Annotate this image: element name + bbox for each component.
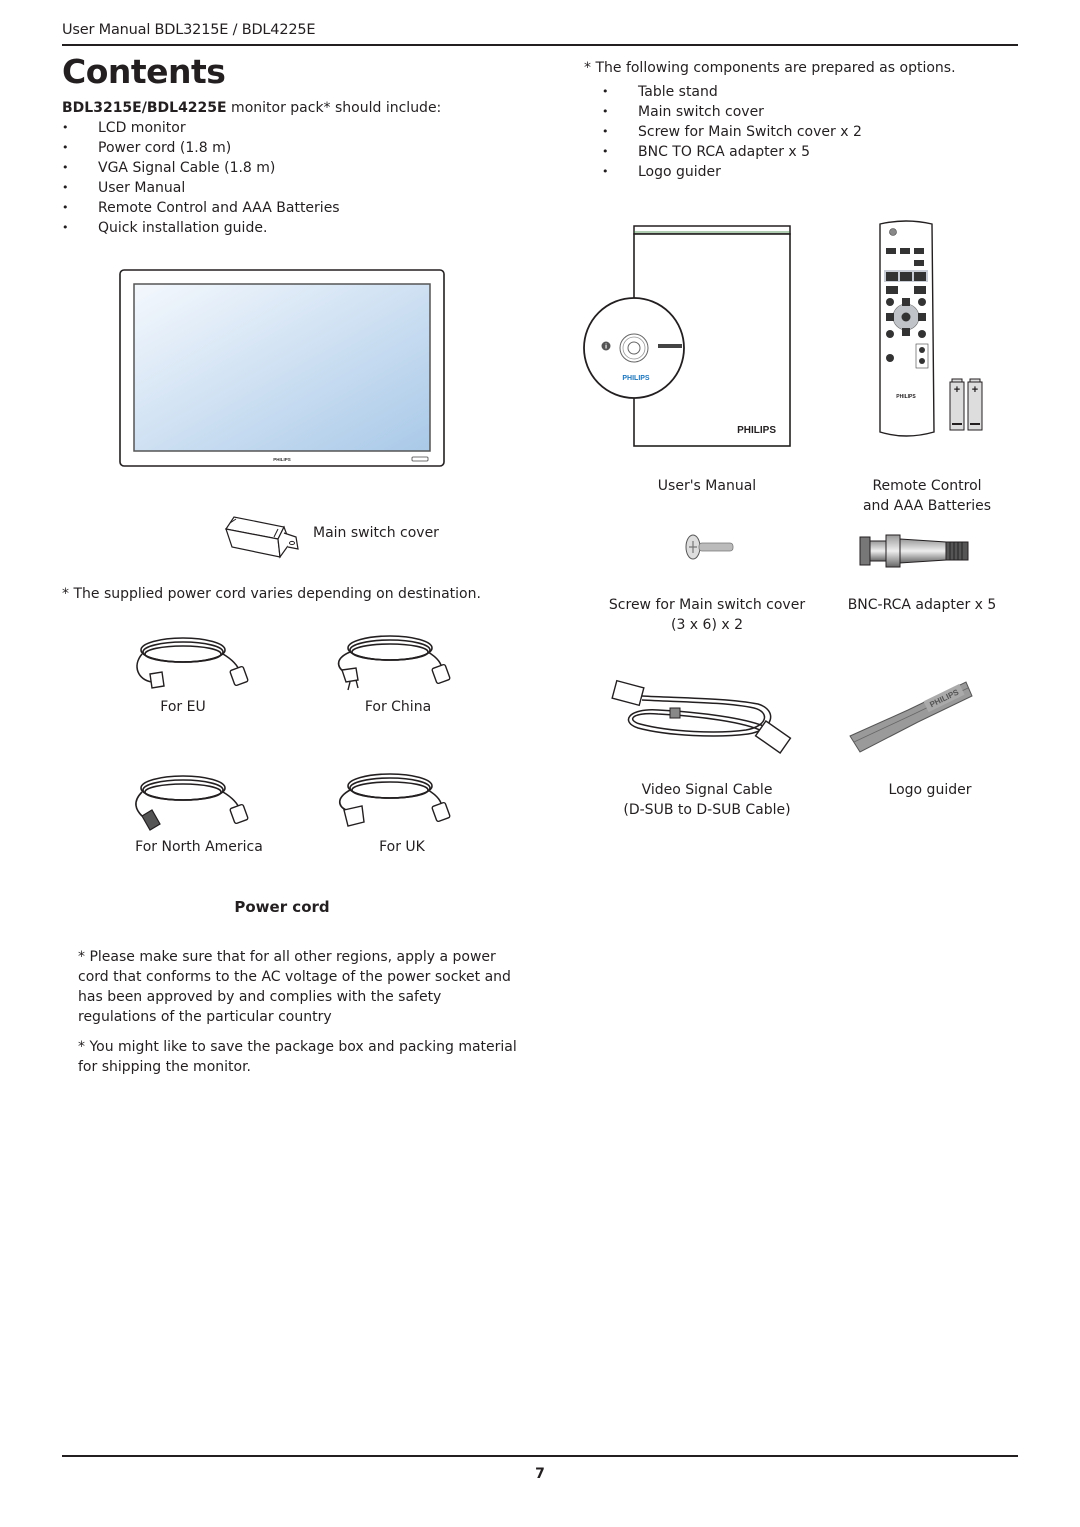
- list-item: Screw for Main Switch cover x 2: [602, 122, 862, 142]
- list-item: BNC TO RCA adapter x 5: [602, 142, 862, 162]
- power-cord-heading: Power cord: [234, 898, 330, 916]
- list-item: Quick installation guide.: [62, 218, 340, 238]
- cord-label-china: For China: [364, 699, 432, 715]
- vga-cable-icon: [611, 679, 792, 754]
- power-cord-note: * The supplied power cord varies dependi…: [62, 586, 481, 602]
- bnc-rca-adapter-icon: [859, 534, 969, 568]
- remote-logo: PHILIPS: [896, 394, 916, 400]
- list-item: Power cord (1.8 m): [62, 138, 340, 158]
- users-manual-illustration: PHILIPS i PHILIPS: [583, 225, 791, 447]
- bnc-label: BNC-RCA adapter x 5: [847, 597, 997, 613]
- logo-guider-label: Logo guider: [888, 782, 972, 798]
- cord-label-north-america: For North America: [135, 839, 263, 855]
- screw-label-line1: Screw for Main switch cover: [608, 597, 806, 613]
- remote-label-line2: and AAA Batteries: [862, 498, 992, 514]
- main-switch-cover-label: Main switch cover: [313, 525, 439, 541]
- vga-label-line2: (D-SUB to D-SUB Cable): [623, 802, 791, 818]
- power-cord-north-america-icon: [135, 775, 249, 831]
- pack-list: LCD monitor Power cord (1.8 m) VGA Signa…: [62, 118, 340, 238]
- power-cord-uk-icon: [338, 773, 451, 827]
- options-note: * The following components are prepared …: [584, 60, 956, 76]
- list-item: Main switch cover: [602, 102, 862, 122]
- svg-text:+: +: [972, 384, 978, 396]
- manual-logo: PHILIPS: [737, 425, 776, 436]
- power-cord-eu-icon: [136, 637, 249, 689]
- svg-text:i: i: [605, 344, 607, 351]
- footer-rule: [62, 1455, 1018, 1457]
- vga-label-line1: Video Signal Cable: [641, 782, 773, 798]
- header-rule: [62, 44, 1018, 46]
- model-name: BDL3215E/BDL4225E: [62, 100, 227, 116]
- list-item: LCD monitor: [62, 118, 340, 138]
- list-item: Remote Control and AAA Batteries: [62, 198, 340, 218]
- screw-label-line2: (3 x 6) x 2: [670, 617, 744, 633]
- remote-control-illustration: PHILIPS + +: [879, 220, 983, 437]
- cd-logo: PHILIPS: [622, 375, 650, 382]
- power-cord-china-icon: [337, 635, 451, 691]
- power-cord-paragraph-2: * You might like to save the package box…: [78, 1039, 517, 1075]
- page-title: Contents: [62, 52, 226, 91]
- svg-text:+: +: [954, 384, 960, 396]
- logo-guider-icon: PHILIPS: [849, 681, 973, 753]
- list-item: VGA Signal Cable (1.8 m): [62, 158, 340, 178]
- remote-label-line1: Remote Control: [872, 478, 982, 494]
- list-item: Table stand: [602, 82, 862, 102]
- main-switch-cover-icon: [224, 516, 299, 559]
- cord-label-uk: For UK: [379, 839, 425, 855]
- list-item: Logo guider: [602, 162, 862, 182]
- monitor-screen: [133, 283, 431, 452]
- screw-icon: [685, 534, 734, 560]
- monitor-logo: PHILIPS: [273, 457, 291, 462]
- list-item: User Manual: [62, 178, 340, 198]
- power-cord-paragraph-1: * Please make sure that for all other re…: [78, 949, 511, 1025]
- pack-intro-text: monitor pack* should include:: [226, 100, 442, 116]
- users-manual-label: User's Manual: [657, 478, 757, 494]
- page-number: 7: [535, 1466, 545, 1482]
- pack-intro: BDL3215E/BDL4225E monitor pack* should i…: [62, 98, 441, 118]
- cord-label-eu: For EU: [160, 699, 206, 715]
- running-header: User Manual BDL3215E / BDL4225E: [62, 22, 316, 38]
- cd-disc: i PHILIPS: [583, 297, 685, 399]
- options-list: Table stand Main switch cover Screw for …: [602, 82, 862, 182]
- lcd-monitor-illustration: PHILIPS: [119, 269, 445, 467]
